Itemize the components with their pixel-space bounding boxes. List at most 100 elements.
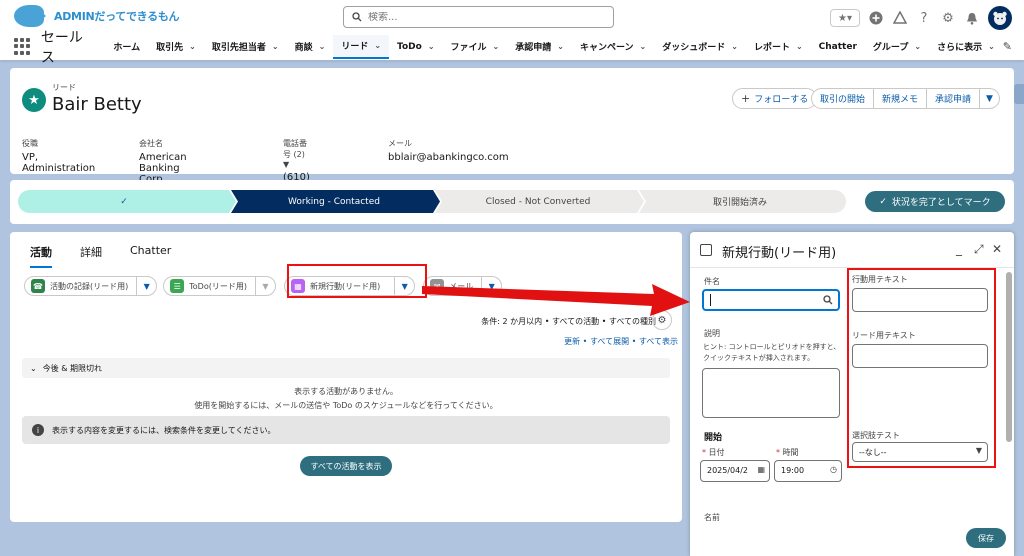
phone-icon: ☎ xyxy=(31,279,45,293)
form-scrollbar[interactable] xyxy=(1006,272,1012,442)
follow-button[interactable]: + フォローする xyxy=(732,88,818,109)
show-all-activities-button[interactable]: すべての活動を表示 xyxy=(300,456,392,476)
add-icon[interactable] xyxy=(868,10,884,26)
nav-item-9[interactable]: ダッシュボード ⌄ xyxy=(654,35,746,59)
nav-item-7[interactable]: 承認申請 ⌄ xyxy=(507,35,572,59)
chevron-down-icon[interactable]: ⌄ xyxy=(428,42,435,51)
edit-nav-pencil-icon[interactable]: ✎ xyxy=(1003,40,1012,53)
mark-status-complete-button[interactable]: ✓ 状況を完了としてマーク xyxy=(865,191,1005,212)
nav-item-8[interactable]: キャンペーン ⌄ xyxy=(572,35,654,59)
more-actions-chevron-icon[interactable]: ▼ xyxy=(980,88,1000,109)
annotation-box-custom-fields xyxy=(847,268,996,468)
minimize-icon[interactable]: _ xyxy=(956,242,962,256)
new-note-button[interactable]: 新規メモ xyxy=(874,88,928,109)
nav-item-1[interactable]: 取引先 ⌄ xyxy=(148,35,204,59)
tab-details[interactable]: 詳細 xyxy=(80,244,102,268)
record-type-label: リード xyxy=(52,83,76,92)
calendar-icon xyxy=(700,244,712,256)
log-activity-button[interactable]: ☎ 活動の記録(リード用) ▼ xyxy=(24,276,158,296)
app-name: セールス xyxy=(40,29,83,66)
trailhead-icon[interactable] xyxy=(892,10,908,26)
favorites-star-icon[interactable]: ★▾ xyxy=(830,9,860,27)
search-icon xyxy=(823,295,833,305)
tab-chatter[interactable]: Chatter xyxy=(130,244,171,268)
utility-side-tab[interactable] xyxy=(1014,84,1024,104)
nav-item-12[interactable]: グループ ⌄ xyxy=(865,35,929,59)
upcoming-overdue-section[interactable]: ⌄ 今後 & 期限切れ xyxy=(22,358,670,378)
subject-input[interactable] xyxy=(702,289,840,311)
new-todo-button[interactable]: ☰ ToDo(リード用) ▼ xyxy=(163,276,276,296)
empty-activity-hint: 使用を開始するには、メールの送信や ToDo のスケジュールなどを行ってください… xyxy=(194,401,498,410)
info-icon: i xyxy=(32,424,44,436)
plus-icon: + xyxy=(741,92,751,105)
description-label: 説明 xyxy=(704,329,720,338)
chevron-down-icon[interactable]: ⌄ xyxy=(189,42,196,51)
nav-item-6[interactable]: ファイル ⌄ xyxy=(443,35,508,59)
help-icon[interactable]: ? xyxy=(916,10,932,26)
annotation-arrow xyxy=(422,284,690,316)
path-step-converted-label: 取引開始済み xyxy=(712,198,767,208)
new-event-title: 新規行動(リード用) xyxy=(722,246,837,261)
global-header: ADMINだってできるもん ★▾ ? ⚙ xyxy=(0,0,1024,36)
log-activity-dropdown-icon[interactable]: ▼ xyxy=(136,277,156,295)
chevron-down-icon[interactable]: ⌄ xyxy=(319,42,326,51)
record-name: Bair Betty xyxy=(52,94,142,115)
nav-item-4[interactable]: リード ⌄ xyxy=(333,34,390,59)
new-todo-dropdown-icon[interactable]: ▼ xyxy=(254,277,275,295)
chevron-down-icon[interactable]: ⌄ xyxy=(796,42,803,51)
user-avatar[interactable] xyxy=(988,6,1012,30)
time-label: * 時間 xyxy=(776,448,799,457)
start-section-header: 開始 xyxy=(704,433,723,443)
annotation-box-new-event xyxy=(287,264,427,298)
tab-activity[interactable]: 活動 xyxy=(30,244,52,268)
chevron-down-icon[interactable]: ⌄ xyxy=(374,41,381,50)
activity-links[interactable]: 更新 • すべて展開 • すべて表示 xyxy=(564,336,678,347)
save-button[interactable]: 保存 xyxy=(966,528,1006,548)
chevron-down-icon[interactable]: ⌄ xyxy=(640,42,647,51)
chevron-down-icon[interactable]: ⌄ xyxy=(731,42,738,51)
convert-lead-button[interactable]: 取引の開始 xyxy=(811,88,875,109)
nav-item-0[interactable]: ホーム xyxy=(105,35,148,59)
chevron-down-icon[interactable]: ⌄ xyxy=(493,42,500,51)
time-input[interactable]: 19:00 ◷ xyxy=(774,460,842,482)
logo-text: ADMINだってできるもん xyxy=(54,10,180,23)
chevron-down-icon[interactable]: ⌄ xyxy=(272,42,279,51)
chevron-down-icon[interactable]: ⌄ xyxy=(914,42,921,51)
path-step-current-label: Working - Contacted xyxy=(288,196,380,207)
field-email[interactable]: メール bblair@abankingco.com xyxy=(388,138,509,163)
nav-item-5[interactable]: ToDo ⌄ xyxy=(389,35,442,59)
expand-icon[interactable]: ⤢ xyxy=(974,242,984,257)
calendar-icon[interactable]: ▦ xyxy=(757,465,765,474)
record-header: ★ リード Bair Betty + フォローする 取引の開始 新規メモ 承認申… xyxy=(10,68,1014,205)
app-launcher-icon[interactable] xyxy=(14,37,31,56)
field-company: 会社名 American Banking Corp. xyxy=(139,139,187,185)
record-action-group: 取引の開始 新規メモ 承認申請 ▼ xyxy=(811,88,1000,109)
clock-icon[interactable]: ◷ xyxy=(830,465,837,474)
filter-info-box: i 表示する内容を変更するには、検索条件を変更してください。 xyxy=(22,416,670,444)
nav-item-2[interactable]: 取引先担当者 ⌄ xyxy=(204,35,287,59)
empty-activity-message: 表示する活動がありません。 xyxy=(294,387,398,396)
submit-approval-button[interactable]: 承認申請 xyxy=(927,88,981,109)
nav-item-13[interactable]: さらに表示 ⌄ xyxy=(929,35,1003,59)
setup-gear-icon[interactable]: ⚙ xyxy=(940,10,956,26)
description-textarea[interactable] xyxy=(702,368,840,418)
search-input[interactable] xyxy=(368,11,568,23)
subject-label: 件名 xyxy=(704,277,720,286)
app-nav-bar: セールス ホーム 取引先 ⌄ 取引先担当者 ⌄ 商談 ⌄ リード ⌄ ToDo ⌄ ファイル ⌄ 承認申請… xyxy=(0,30,1024,66)
field-title: 役職 VP, Administration xyxy=(22,139,96,174)
chevron-down-icon[interactable]: ⌄ xyxy=(988,42,995,51)
nav-item-11[interactable]: Chatter xyxy=(811,35,865,59)
path-step-complete-label: ✓ xyxy=(120,196,128,207)
app-logo[interactable]: ADMINだってできるもん xyxy=(14,5,180,27)
notifications-bell-icon[interactable] xyxy=(964,10,980,26)
chevron-down-icon[interactable]: ⌄ xyxy=(557,42,564,51)
name-label: 名前 xyxy=(704,513,720,522)
global-search[interactable] xyxy=(343,6,614,28)
lead-star-icon: ★ xyxy=(22,88,46,112)
quicktext-hint: ヒント: コントロールとピリオドを押すと、クイックテキストが挿入されます。 xyxy=(703,343,841,362)
date-input[interactable]: 2025/04/2 ▦ xyxy=(700,460,770,482)
close-icon[interactable]: ✕ xyxy=(992,242,1002,256)
chevron-down-icon: ⌄ xyxy=(30,363,37,373)
nav-item-10[interactable]: レポート ⌄ xyxy=(746,35,811,59)
nav-item-3[interactable]: 商談 ⌄ xyxy=(287,35,334,59)
